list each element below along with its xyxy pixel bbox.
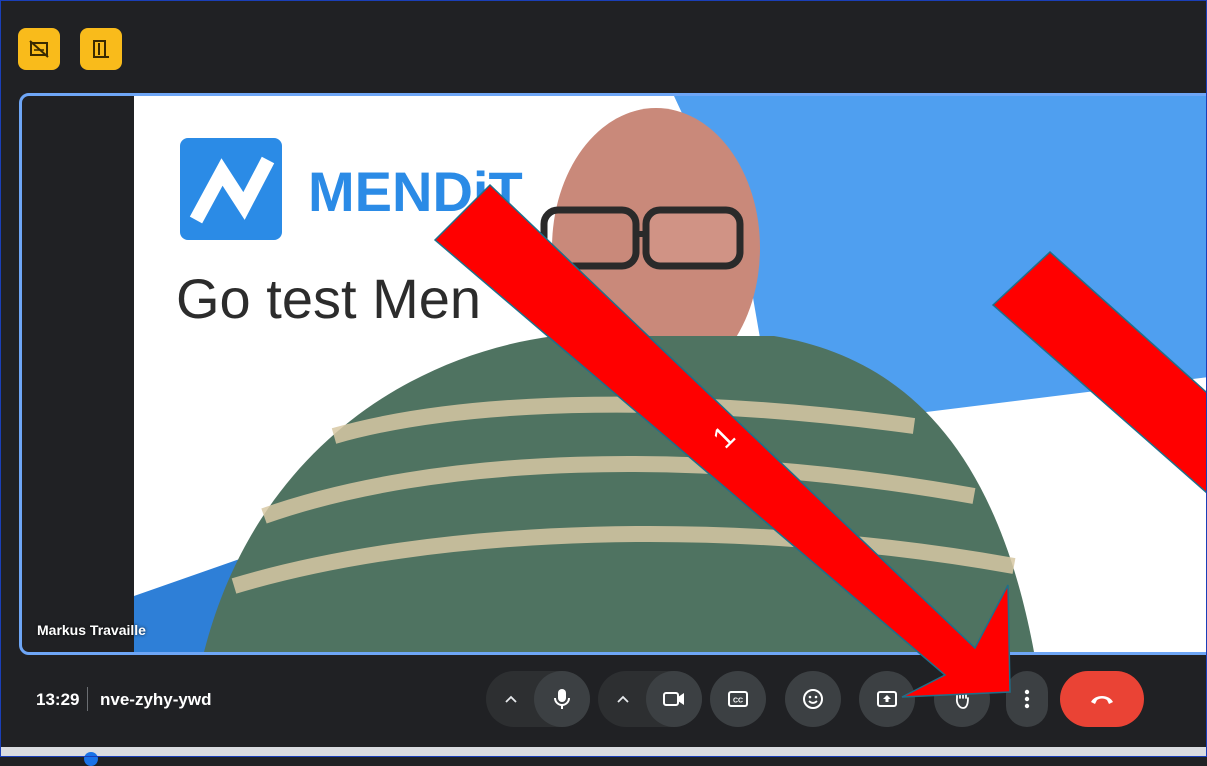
emoji-icon (803, 689, 823, 709)
end-call-icon (1091, 696, 1113, 704)
breakout-rooms-icon (93, 40, 109, 58)
end-call-button[interactable] (1060, 671, 1144, 727)
camera-button[interactable] (646, 671, 702, 727)
camera-icon (663, 692, 684, 706)
more-options-icon (1024, 689, 1030, 709)
progress-dot (84, 752, 98, 766)
chevron-up-icon (617, 695, 629, 703)
emoji-reactions-button[interactable] (785, 671, 841, 727)
toolbar-separator (87, 687, 88, 711)
camera-options-caret[interactable] (613, 689, 633, 709)
chevron-up-icon (505, 695, 517, 703)
more-options-button[interactable] (1006, 671, 1048, 727)
breakout-rooms-button[interactable] (80, 28, 122, 70)
meeting-code: nve-zyhy-ywd (100, 690, 212, 709)
participant-video-tile[interactable]: MENDiT Go test Men Markus Travaille (19, 93, 1207, 655)
slide-brand-text: MENDiT (308, 160, 523, 223)
mic-options-caret[interactable] (501, 689, 521, 709)
meeting-clock: 13:29 (36, 690, 80, 709)
participant-name-tag: Markus Travaille (37, 622, 146, 638)
visual-effects-icon (29, 40, 49, 58)
captions-icon: CC (728, 691, 748, 707)
present-screen-icon (877, 691, 897, 707)
slide-headline-text: Go test Men (176, 267, 481, 330)
visual-effects-button[interactable] (18, 28, 60, 70)
svg-text:CC: CC (733, 698, 743, 705)
shared-video-frame: MENDiT Go test Men (134, 96, 1207, 652)
microphone-button[interactable] (534, 671, 590, 727)
microphone-icon (554, 689, 570, 709)
raise-hand-icon (955, 690, 969, 709)
present-screen-button[interactable] (859, 671, 915, 727)
raise-hand-button[interactable] (934, 671, 990, 727)
bottom-strip (0, 747, 1207, 757)
captions-button[interactable]: CC (710, 671, 766, 727)
